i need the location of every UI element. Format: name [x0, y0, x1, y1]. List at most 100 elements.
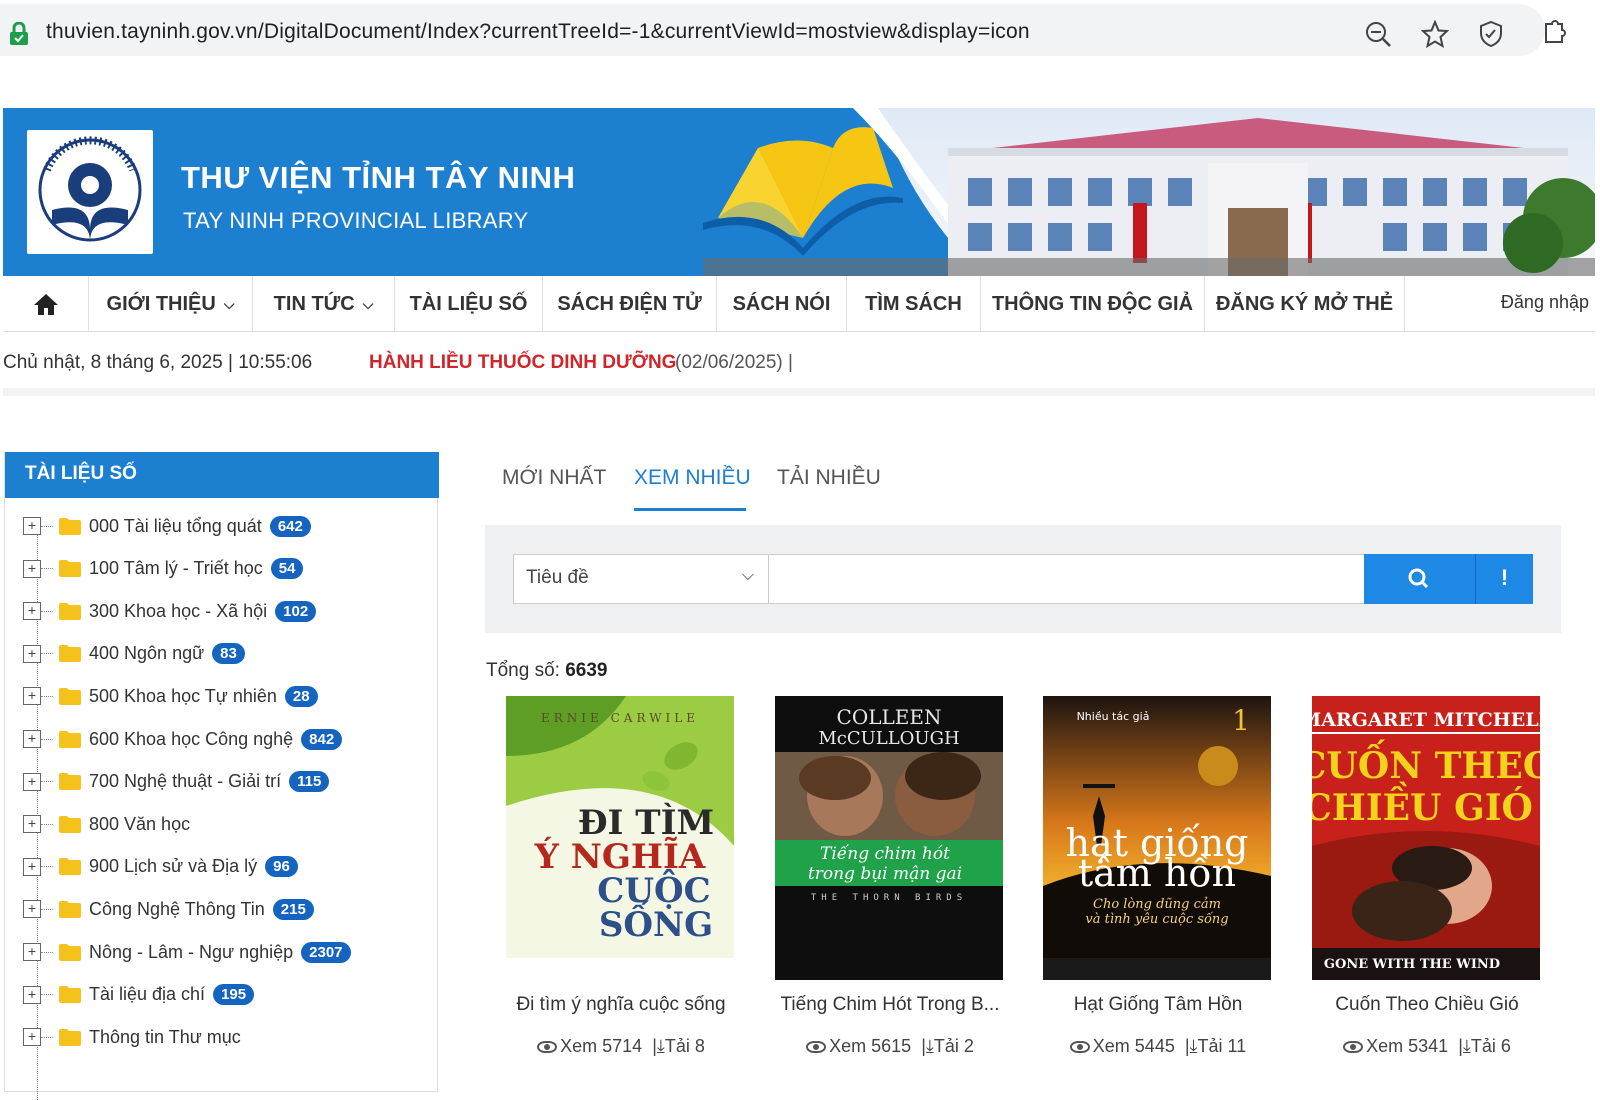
- cover-author: ERNIE CARWILE: [541, 711, 699, 725]
- views-label: Xem: [560, 1036, 598, 1056]
- expand-icon[interactable]: +: [23, 943, 41, 961]
- cover-title: Tiếng chim hót: [820, 844, 950, 864]
- cover-author: MARGARET MITCHELL: [1312, 709, 1540, 731]
- sidebar-item-label[interactable]: Thông tin Thư mục: [89, 1027, 241, 1048]
- sidebar-item-label[interactable]: 600 Khoa học Công nghệ: [89, 729, 293, 750]
- sidebar-tree-item[interactable]: +600 Khoa học Công nghệ 842: [23, 723, 343, 755]
- total-label: Tổng số:: [486, 660, 560, 681]
- site-banner: THƯ VIỆN TỈNH TÂY NINH TAY NINH PROVINCI…: [3, 108, 1595, 276]
- book-title[interactable]: Hạt Giống Tâm Hồn: [1023, 994, 1293, 1016]
- shield-icon[interactable]: [1477, 20, 1505, 48]
- sidebar-item-label[interactable]: Tài liệu địa chí: [89, 984, 205, 1005]
- expand-icon[interactable]: +: [23, 517, 41, 535]
- count-badge: 842: [301, 728, 343, 750]
- book-title[interactable]: Tiếng Chim Hót Trong B...: [755, 994, 1025, 1016]
- sidebar-item-label[interactable]: 900 Lịch sử và Địa lý: [89, 856, 257, 877]
- sidebar-tree-item[interactable]: + Công Nghệ Thông Tin 215: [23, 893, 314, 925]
- tree-connector: [41, 653, 53, 655]
- expand-icon[interactable]: +: [23, 857, 41, 876]
- nav-tin-tuc[interactable]: TIN TỨC ⌵: [253, 276, 395, 332]
- sidebar-item-label[interactable]: 500 Khoa học Tự nhiên: [89, 686, 277, 707]
- sidebar-item-label[interactable]: 100 Tâm lý - Triết học: [89, 558, 263, 579]
- expand-icon[interactable]: +: [23, 602, 41, 621]
- nav-label: SÁCH NÓI: [732, 292, 831, 315]
- total-count: Tổng số: 6639: [486, 660, 608, 682]
- bookmark-star-icon[interactable]: [1421, 20, 1449, 48]
- tree-connector: [41, 695, 53, 697]
- sidebar-item-label[interactable]: 400 Ngôn ngữ: [89, 643, 204, 664]
- active-tab-indicator: [634, 508, 746, 511]
- nav-tai-lieu-so[interactable]: TÀI LIỆU SỐ: [395, 276, 543, 332]
- count-badge: 642: [269, 515, 311, 537]
- sidebar-tree-item[interactable]: +500 Khoa học Tự nhiên 28: [23, 680, 318, 712]
- tab-tai-nhieu[interactable]: TẢI NHIỀU: [777, 466, 881, 490]
- search-input[interactable]: [769, 554, 1365, 604]
- count-badge: 96: [265, 856, 298, 878]
- sidebar-tree-item[interactable]: +000 Tài liệu tổng quát 642: [23, 510, 311, 542]
- book-cover[interactable]: COLLEEN McCULLOUGH Tiếng chim hót trong …: [775, 696, 1003, 980]
- sidebar-tree-item[interactable]: +300 Khoa học - Xã hội 102: [23, 595, 317, 627]
- tree-connector: [41, 951, 53, 953]
- search-field-select[interactable]: Tiêu đề ⌵: [513, 554, 769, 604]
- expand-icon[interactable]: +: [23, 900, 41, 919]
- expand-icon[interactable]: +: [23, 559, 41, 578]
- cover-title: SỐNG: [599, 900, 713, 945]
- login-link[interactable]: Đăng nhập: [1501, 292, 1589, 313]
- address-bar[interactable]: thuvien.tayninh.gov.vn/DigitalDocument/I…: [0, 4, 1545, 56]
- cover-volume: 1: [1232, 704, 1250, 737]
- search-field-value: Tiêu đề: [526, 567, 589, 588]
- expand-icon[interactable]: +: [23, 985, 41, 1004]
- zoom-out-icon[interactable]: [1364, 20, 1392, 48]
- nav-tim-sach[interactable]: TÌM SÁCH: [847, 276, 981, 332]
- home-button[interactable]: [3, 276, 89, 332]
- search-button[interactable]: [1364, 554, 1475, 604]
- nav-sach-dien-tu[interactable]: SÁCH ĐIỆN TỬ: [543, 276, 717, 332]
- expand-icon[interactable]: +: [23, 730, 41, 748]
- tab-xem-nhieu[interactable]: XEM NHIỀU: [634, 466, 751, 490]
- sidebar-item-label[interactable]: 000 Tài liệu tổng quát: [89, 516, 262, 537]
- sidebar-tree-item[interactable]: + Tài liệu địa chí 195: [23, 979, 255, 1011]
- folder-icon: [59, 773, 81, 791]
- folder-icon: [59, 687, 81, 705]
- sidebar-item-label[interactable]: 700 Nghệ thuật - Giải trí: [89, 771, 281, 792]
- url-text[interactable]: thuvien.tayninh.gov.vn/DigitalDocument/I…: [46, 20, 1030, 44]
- nav-gioi-thieu[interactable]: GIỚI THIỆU ⌵: [89, 276, 253, 332]
- count-badge: 115: [289, 771, 330, 793]
- folder-icon: [59, 943, 81, 961]
- ticker-news-link[interactable]: HÀNH LIỀU THUỐC DINH DƯỠNG: [369, 352, 676, 374]
- nav-sach-noi[interactable]: SÁCH NÓI: [717, 276, 847, 332]
- sidebar-item-label[interactable]: 300 Khoa học - Xã hội: [89, 601, 267, 622]
- nav-dang-ky-mo-the[interactable]: ĐĂNG KÝ MỞ THẺ: [1205, 276, 1405, 332]
- sidebar-tree-item[interactable]: + Nông - Lâm - Ngư nghiệp 2307: [23, 936, 351, 968]
- sidebar-tree-item[interactable]: +400 Ngôn ngữ 83: [23, 638, 245, 670]
- book-cover[interactable]: ERNIE CARWILE ĐI TÌM Ý NGHĨA CUỘC SỐNG: [506, 696, 734, 980]
- sidebar-tree-item[interactable]: +900 Lịch sử và Địa lý 96: [23, 851, 298, 883]
- library-logo[interactable]: [27, 130, 153, 254]
- folder-icon: [59, 602, 81, 620]
- book-title[interactable]: Cuốn Theo Chiều Gió: [1292, 994, 1562, 1016]
- expand-icon[interactable]: +: [23, 772, 41, 791]
- book-cover[interactable]: Nhiều tác giả 1 hạt giống tâm hồn Cho lò…: [1043, 696, 1271, 980]
- nav-thong-tin-doc-gia[interactable]: THÔNG TIN ĐỘC GIẢ: [981, 276, 1205, 332]
- expand-icon[interactable]: +: [23, 1028, 41, 1047]
- advanced-search-button[interactable]: !: [1475, 554, 1533, 604]
- sidebar-item-label[interactable]: 800 Văn học: [89, 814, 190, 835]
- extensions-icon[interactable]: [1540, 16, 1568, 44]
- sidebar-tree-item[interactable]: +100 Tâm lý - Triết học 54: [23, 553, 304, 585]
- tab-moi-nhat[interactable]: MỚI NHẤT: [502, 466, 606, 490]
- download-icon: ⤓: [925, 1036, 934, 1056]
- expand-icon[interactable]: +: [23, 644, 41, 663]
- sidebar-item-label[interactable]: Nông - Lâm - Ngư nghiệp: [89, 942, 293, 963]
- lock-icon: [10, 22, 28, 45]
- nav-label: ĐĂNG KÝ MỞ THẺ: [1215, 292, 1394, 315]
- sidebar-item-label[interactable]: Công Nghệ Thông Tin: [89, 899, 265, 920]
- expand-icon[interactable]: +: [23, 687, 41, 706]
- sidebar-tree-item[interactable]: +700 Nghệ thuật - Giải trí 115: [23, 766, 330, 798]
- sidebar-tree-item[interactable]: +800 Văn học: [23, 808, 190, 840]
- sidebar-tree-item[interactable]: + Thông tin Thư mục: [23, 1021, 241, 1053]
- downloads-label: Tải: [1470, 1036, 1496, 1056]
- book-cover[interactable]: MARGARET MITCHELL CUỐN THEO CHIỀU GIÓ GO…: [1312, 696, 1540, 980]
- expand-icon[interactable]: +: [23, 815, 41, 834]
- download-icon: ⤓: [656, 1036, 665, 1056]
- book-title[interactable]: Đi tìm ý nghĩa cuộc sống: [486, 994, 756, 1016]
